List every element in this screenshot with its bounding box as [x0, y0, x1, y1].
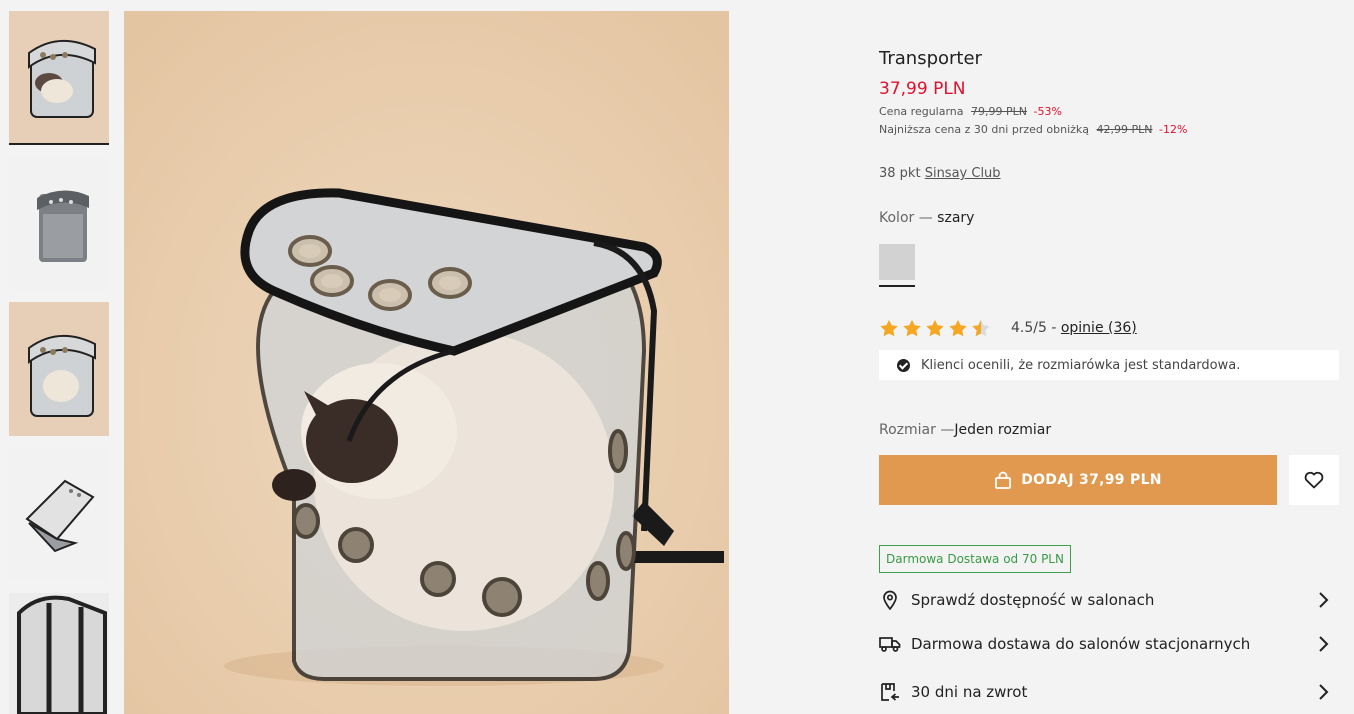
color-value: szary [937, 210, 975, 226]
thumbnail-5[interactable] [9, 593, 109, 714]
check-circle-icon [897, 358, 910, 372]
free-delivery-badge: Darmowa Dostawa od 70 PLN [879, 545, 1071, 573]
thumbnail-1[interactable] [9, 11, 109, 145]
regular-price-value: 79,99 PLN [971, 105, 1027, 118]
return-box-icon [879, 682, 901, 702]
store-availability-link[interactable]: Sprawdź dostępność w salonach [879, 585, 1339, 615]
chevron-right-icon [1319, 684, 1329, 700]
star-icon [880, 319, 898, 337]
rating-stars [879, 319, 991, 338]
regular-price-label: Cena regularna [879, 105, 964, 118]
main-product-image[interactable] [124, 11, 729, 714]
rating-value: 4.5/5 - [1011, 320, 1057, 336]
free-store-delivery-link[interactable]: Darmowa dostawa do salonów stacjonarnych [879, 629, 1339, 659]
thumbnail-4[interactable] [9, 447, 109, 581]
fit-note-text: Klienci ocenili, że rozmiarówka jest sta… [921, 357, 1241, 373]
lowest-price-line: Najniższa cena z 30 dni przed obniżką 42… [879, 123, 1187, 136]
wishlist-button[interactable] [1289, 455, 1339, 505]
size-value: Jeden rozmiar [954, 422, 1052, 438]
lowest-discount: -12% [1159, 123, 1188, 136]
product-title: Transporter [879, 48, 982, 69]
thumbnail-2[interactable] [9, 156, 109, 290]
half-star-icon [972, 319, 990, 337]
store-availability-label: Sprawdź dostępność w salonach [911, 591, 1155, 609]
color-label: Kolor — szary [879, 210, 974, 226]
heart-icon [1304, 471, 1324, 489]
size-fit-note: Klienci ocenili, że rozmiarówka jest sta… [879, 350, 1339, 380]
shopping-bag-icon [995, 471, 1012, 489]
size-label-text: Rozmiar — [879, 422, 955, 438]
regular-price-line: Cena regularna 79,99 PLN -53% [879, 105, 1062, 118]
rating-summary: 4.5/5 - opinie (36) [1011, 320, 1137, 336]
swatch-selected-indicator [879, 285, 915, 287]
color-label-text: Kolor — [879, 210, 933, 226]
thumbnail-active-indicator [9, 143, 109, 145]
size-label: Rozmiar —Jeden rozmiar [879, 422, 1051, 438]
sinsay-club-link[interactable]: Sinsay Club [925, 166, 1001, 181]
add-to-cart-button[interactable]: DODAJ 37,99 PLN [879, 455, 1277, 505]
thumbnail-3[interactable] [9, 302, 109, 436]
returns-link[interactable]: 30 dni na zwrot [879, 677, 1339, 707]
chevron-right-icon [1319, 592, 1329, 608]
free-store-delivery-label: Darmowa dostawa do salonów stacjonarnych [911, 635, 1251, 653]
star-icon [949, 319, 967, 337]
points-text: 38 pkt [879, 166, 921, 181]
lowest-price-label: Najniższa cena z 30 dni przed obniżką [879, 123, 1090, 136]
chevron-right-icon [1319, 636, 1329, 652]
star-icon [926, 319, 944, 337]
lowest-price-value: 42,99 PLN [1096, 123, 1153, 136]
star-icon [903, 319, 921, 337]
returns-label: 30 dni na zwrot [911, 683, 1028, 701]
delivery-truck-icon [879, 636, 901, 652]
reviews-link[interactable]: opinie (36) [1061, 320, 1137, 336]
add-to-cart-label: DODAJ 37,99 PLN [1021, 472, 1162, 488]
location-pin-icon [879, 590, 901, 610]
color-swatch-grey[interactable] [879, 244, 915, 280]
product-price: 37,99 PLN [879, 79, 966, 99]
loyalty-points: 38 pkt Sinsay Club [879, 166, 1001, 181]
regular-discount: -53% [1033, 105, 1062, 118]
